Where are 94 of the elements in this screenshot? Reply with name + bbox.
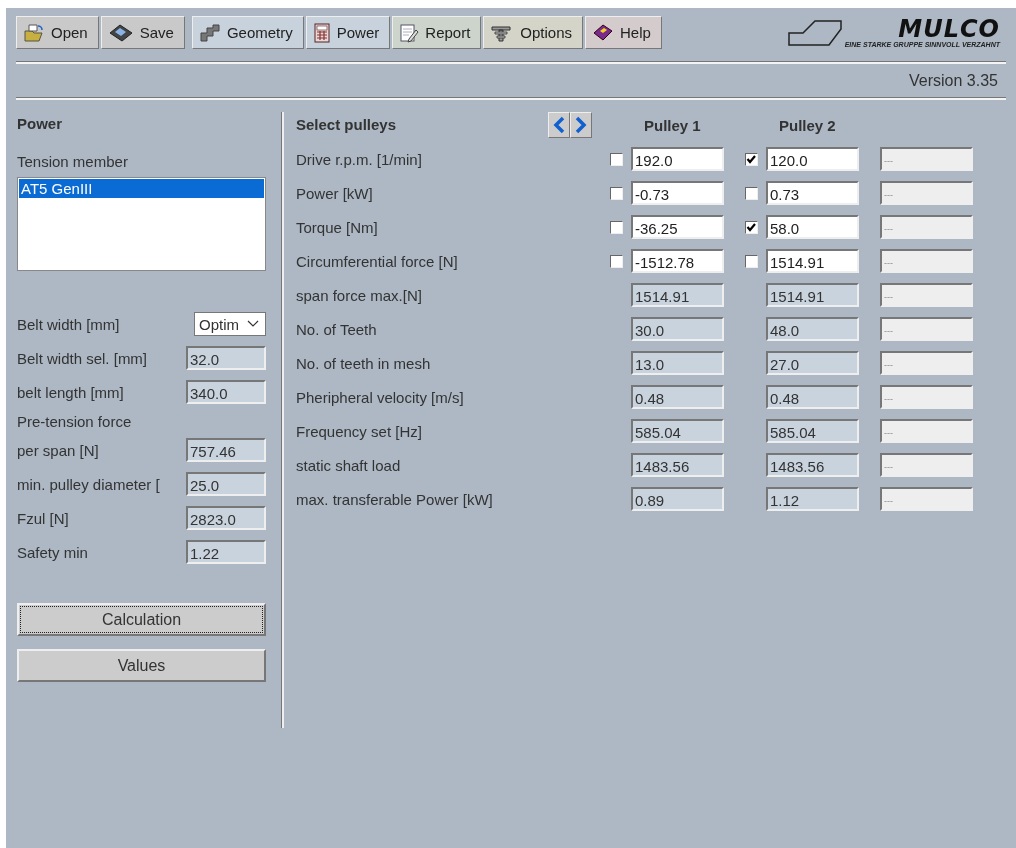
output-field: 30.0 (631, 317, 724, 341)
row-label: Power [kW] (296, 184, 374, 202)
output-field: 27.0 (766, 351, 859, 375)
list-item[interactable]: AT5 GenIII (19, 179, 264, 198)
calculator-icon (312, 22, 331, 43)
field-label: belt length [mm] (17, 383, 124, 401)
toolbar-button[interactable]: Report (392, 16, 482, 49)
field-label: Belt width sel. [mm] (17, 349, 148, 367)
dropdown[interactable]: Optim (194, 312, 266, 336)
input-field[interactable]: 58.0 (766, 215, 859, 239)
output-field: 1483.56 (631, 453, 724, 477)
checkbox[interactable] (610, 220, 623, 234)
checkbox[interactable] (745, 186, 758, 200)
output-field: 13.0 (631, 351, 724, 375)
input-field[interactable]: -0.73 (631, 181, 724, 205)
action-button[interactable]: Calculation (17, 603, 266, 636)
output-field: 1514.91 (631, 283, 724, 307)
checkbox[interactable] (745, 152, 758, 166)
disabled-field: --- (880, 181, 973, 205)
notepad-icon (399, 22, 420, 43)
previous-button[interactable] (548, 112, 570, 138)
row-label: No. of Teeth (296, 320, 378, 338)
output-field: 0.89 (631, 487, 724, 511)
checkbox[interactable] (610, 254, 623, 268)
input-field[interactable]: 120.0 (766, 147, 859, 171)
output-field: 585.04 (631, 419, 724, 443)
input-field[interactable]: 0.73 (766, 181, 859, 205)
row-label: Torque [Nm] (296, 218, 379, 236)
section-title: Select pulleys (296, 115, 398, 135)
chevron-down-icon (247, 320, 259, 328)
output-field: 585.04 (766, 419, 859, 443)
toolbar-button[interactable]: Help (585, 16, 662, 49)
field-label: Fzul [N] (17, 509, 69, 527)
field-label: Pre-tension force (17, 412, 132, 430)
disabled-field: --- (880, 453, 973, 477)
blocks-icon (198, 22, 221, 43)
output-field: 1.22 (186, 540, 266, 564)
input-field[interactable]: -1512.78 (631, 249, 724, 273)
checkbox[interactable] (745, 254, 758, 268)
toolbar-button[interactable]: Save (100, 16, 185, 49)
panel-title: Power (17, 114, 63, 134)
next-button[interactable] (570, 112, 592, 138)
row-label: Pheripheral velocity [m/s] (296, 388, 465, 406)
disabled-field: --- (880, 487, 973, 511)
version-label: Version 3.35 (909, 71, 998, 90)
toolbar-button[interactable]: Power (305, 16, 391, 49)
checkbox[interactable] (610, 186, 623, 200)
disabled-field: --- (880, 147, 973, 171)
output-field: 32.0 (186, 346, 266, 370)
output-field: 48.0 (766, 317, 859, 341)
output-field: 0.48 (631, 385, 724, 409)
field-label: per span [N] (17, 441, 99, 459)
column-header: Pulley 1 (643, 116, 702, 134)
folder-icon (23, 22, 45, 43)
field-label: min. pulley diameter [ (17, 475, 160, 493)
row-label: No. of teeth in mesh (296, 354, 432, 372)
logo-outline-icon (786, 18, 843, 47)
row-label: Frequency set [Hz] (296, 422, 423, 440)
output-field: 1483.56 (766, 453, 859, 477)
toolbar-button[interactable]: Open (16, 16, 99, 49)
row-label: Drive r.p.m. [1/min] (296, 150, 423, 168)
disabled-field: --- (880, 249, 973, 273)
checkbox[interactable] (610, 152, 623, 166)
action-button[interactable]: Values (17, 649, 266, 682)
disabled-field: --- (880, 419, 973, 443)
output-field: 1514.91 (766, 283, 859, 307)
output-field: 340.0 (186, 380, 266, 404)
row-label: static shaft load (296, 456, 402, 474)
row-label: Circumferential force [N] (296, 252, 459, 270)
book-icon (592, 22, 615, 43)
disabled-field: --- (880, 283, 973, 307)
toolbar-button[interactable]: Geometry (191, 16, 304, 49)
output-field: 1.12 (766, 487, 859, 511)
logo-wordmark: MULCO (898, 17, 1000, 41)
row-label: max. transferable Power [kW] (296, 490, 494, 508)
row-label: span force max.[N] (296, 286, 423, 304)
disabled-field: --- (880, 385, 973, 409)
tension-member-list[interactable]: AT5 GenIII (17, 177, 266, 271)
input-field[interactable]: 192.0 (631, 147, 724, 171)
disabled-field: --- (880, 351, 973, 375)
output-field: 757.46 (186, 438, 266, 462)
disabled-field: --- (880, 215, 973, 239)
checkbox[interactable] (745, 220, 758, 234)
output-field: 2823.0 (186, 506, 266, 530)
field-label: Tension member (17, 153, 129, 172)
column-header: Pulley 2 (778, 116, 837, 134)
field-label: Safety min (17, 543, 88, 561)
input-field[interactable]: 1514.91 (766, 249, 859, 273)
field-label: Belt width [mm] (17, 315, 120, 333)
output-field: 25.0 (186, 472, 266, 496)
output-field: 0.48 (766, 385, 859, 409)
disabled-field: --- (880, 317, 973, 341)
toolbar-button[interactable]: Options (483, 16, 584, 49)
input-field[interactable]: -36.25 (631, 215, 724, 239)
